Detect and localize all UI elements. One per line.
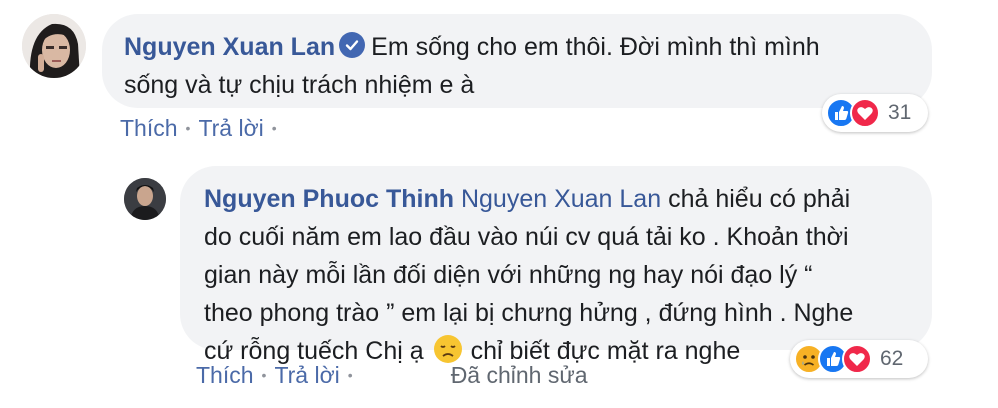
comment-text-line: Em sống cho em thôi. Đời mình thì mình (371, 33, 820, 61)
reaction-count: 31 (888, 101, 912, 124)
comment-text-line: cứ rỗng tuếch Chị ạ (204, 337, 424, 365)
reply-link[interactable]: Trả lời (198, 115, 263, 141)
disappointed-face-icon (433, 334, 463, 364)
like-link[interactable]: Thích (196, 362, 254, 388)
reaction-summary[interactable]: 62 (790, 340, 928, 378)
comment-actions: Thích • Trả lời • Đã chỉnh sửa (196, 362, 588, 389)
edited-label[interactable]: Đã chỉnh sửa (451, 362, 588, 388)
like-link[interactable]: Thích (120, 115, 178, 141)
avatar-nguyen-xuan-lan[interactable] (22, 14, 86, 78)
comment-actions: Thích • Trả lời • (120, 115, 285, 142)
comment-text-line: do cuối năm em lao đầu vào núi cv quá tả… (204, 223, 849, 251)
love-icon (850, 98, 880, 128)
separator-dot: • (185, 120, 191, 136)
comment-text-line: chỉ biết đực mặt ra nghe (470, 337, 741, 365)
separator-dot: • (347, 367, 353, 383)
love-icon (842, 344, 872, 374)
reply-link[interactable]: Trả lời (274, 362, 339, 388)
reaction-summary[interactable]: 31 (822, 94, 928, 132)
comment-author[interactable]: Nguyen Phuoc Thinh (204, 185, 454, 213)
verified-badge-icon (339, 32, 366, 58)
avatar-nguyen-phuoc-thinh[interactable] (124, 178, 166, 220)
separator-dot: • (271, 120, 277, 136)
comment-text-line: theo phong trào ” em lại bị chưng hửng ,… (204, 299, 854, 327)
reply-bubble: Nguyen Phuoc Thinh Nguyen Xuan Lan chả h… (180, 166, 932, 365)
comment-text-line: chả hiểu có phải (668, 185, 851, 213)
mention-link[interactable]: Nguyen Xuan Lan (461, 185, 661, 213)
comment-author[interactable]: Nguyen Xuan Lan (124, 33, 335, 61)
comment-text-line: sống và tự chịu trách nhiệm e à (124, 71, 475, 99)
reaction-count: 62 (880, 347, 904, 370)
comment-bubble: Nguyen Xuan Lan Em sống cho em thôi. Đời … (102, 14, 932, 108)
comment-text-line: gian này mỗi lần đối diện với những ng h… (204, 261, 813, 289)
separator-dot: • (261, 367, 267, 383)
